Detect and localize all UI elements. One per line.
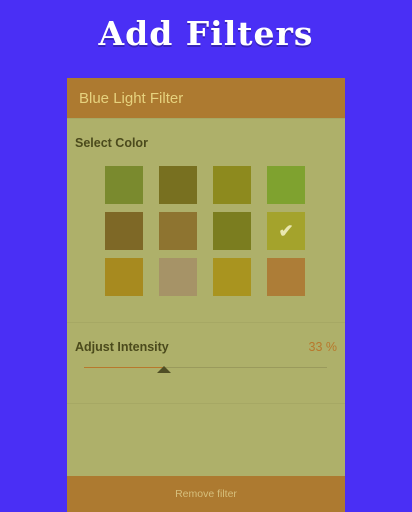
color-swatch[interactable]: [213, 166, 251, 204]
intensity-value: 33 %: [308, 340, 338, 354]
color-swatch-grid: ✔: [105, 166, 337, 296]
intensity-slider[interactable]: [84, 366, 327, 375]
color-section: Select Color ✔: [67, 118, 345, 296]
color-swatch[interactable]: [267, 166, 305, 204]
color-swatch[interactable]: [105, 166, 143, 204]
banner-title: Add Filters: [98, 14, 314, 53]
color-swatch[interactable]: [213, 212, 251, 250]
color-swatch[interactable]: [213, 258, 251, 296]
slider-thumb[interactable]: [157, 366, 171, 373]
select-color-label: Select Color: [75, 136, 148, 150]
divider: [67, 403, 345, 404]
remove-filter-button[interactable]: Remove filter: [67, 476, 345, 512]
divider: [67, 118, 345, 119]
intensity-row: Adjust Intensity 33 %: [75, 340, 337, 354]
color-swatch[interactable]: [159, 258, 197, 296]
checkmark-icon: ✔: [278, 221, 294, 241]
app-screen: Blue Light Filter Select Color ✔ Adjust …: [67, 78, 345, 512]
adjust-intensity-label: Adjust Intensity: [75, 340, 169, 354]
remove-filter-label: Remove filter: [175, 488, 237, 500]
color-swatch[interactable]: [105, 212, 143, 250]
color-swatch[interactable]: [267, 258, 305, 296]
divider: [67, 322, 345, 323]
app-bar: Blue Light Filter: [67, 78, 345, 118]
slider-fill: [84, 367, 164, 368]
color-swatch[interactable]: [105, 258, 143, 296]
color-swatch[interactable]: ✔: [267, 212, 305, 250]
app-title: Blue Light Filter: [79, 89, 184, 107]
color-swatch[interactable]: [159, 166, 197, 204]
color-swatch[interactable]: [159, 212, 197, 250]
